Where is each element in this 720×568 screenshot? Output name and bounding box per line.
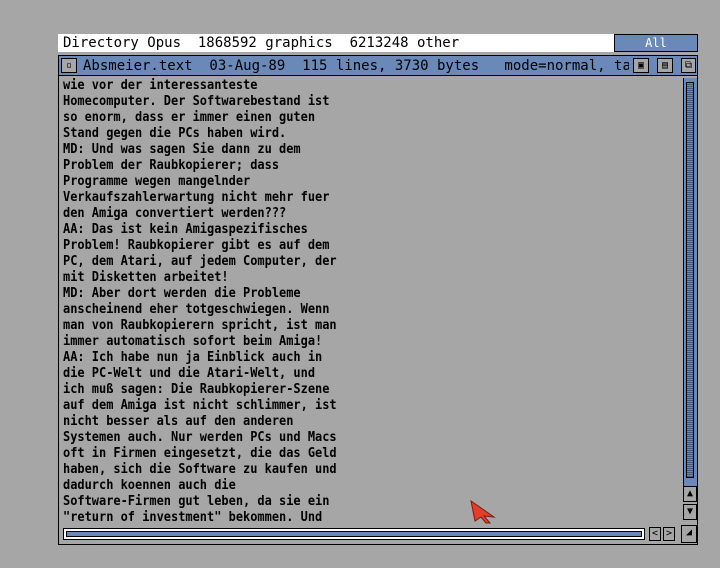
vertical-scroll-knob[interactable] xyxy=(686,82,694,478)
text-line: AA: Das ist kein Amigaspezifisches xyxy=(63,222,308,237)
scroll-down-arrow-icon[interactable]: ▼ xyxy=(683,504,697,520)
resize-gadget-icon[interactable]: ◢ xyxy=(681,525,697,543)
text-line: nicht besser als auf den anderen xyxy=(63,414,294,429)
close-gadget-icon[interactable]: ▫ xyxy=(61,58,77,73)
text-line: auf dem Amiga ist nicht schlimmer, ist xyxy=(63,398,337,413)
scroll-left-arrow-icon[interactable]: < xyxy=(649,527,661,541)
window-title: Absmeier.text 03-Aug-89 115 lines, 3730 … xyxy=(83,58,629,74)
window-title-bar[interactable]: ▫ Absmeier.text 03-Aug-89 115 lines, 373… xyxy=(59,56,697,76)
text-line: Software-Firmen gut leben, da sie ein xyxy=(63,494,330,509)
text-line: Problem! Raubkopierer gibt es auf dem xyxy=(63,238,330,253)
scroll-right-arrow-icon[interactable]: > xyxy=(663,527,675,541)
scroll-up-arrow-icon[interactable]: ▲ xyxy=(683,486,697,502)
text-line: dadurch koennen auch die xyxy=(63,478,236,493)
text-line: die PC-Welt und die Atari-Welt, und xyxy=(63,366,316,381)
text-line: Stand gegen die PCs haben wird. xyxy=(63,126,287,141)
text-line: MD: Aber dort werden die Probleme xyxy=(63,286,301,301)
text-viewer-window: ▫ Absmeier.text 03-Aug-89 115 lines, 373… xyxy=(58,55,698,545)
text-line: anscheinend eher totgeschwiegen. Wenn xyxy=(63,302,330,317)
text-line: wie vor der interessanteste xyxy=(63,78,258,93)
text-line: immer automatisch sofort beim Amiga! xyxy=(63,334,323,349)
text-line: oft in Firmen eingesetzt, die das Geld xyxy=(63,446,337,461)
text-line: Systemen auch. Nur werden PCs und Macs xyxy=(63,430,337,445)
text-line: AA: Ich habe nun ja Einblick auch in xyxy=(63,350,323,365)
horizontal-scrollbar[interactable] xyxy=(63,528,645,540)
text-line: haben, sich die Software zu kaufen und xyxy=(63,462,337,477)
mouse-pointer-icon xyxy=(470,500,496,524)
horizontal-scroll-knob[interactable] xyxy=(66,531,642,537)
text-line: mit Disketten arbeitet! xyxy=(63,270,229,285)
iconify-gadget-icon[interactable]: ▤ xyxy=(657,58,673,73)
text-line: Homecomputer. Der Softwarebestand ist xyxy=(63,94,330,109)
vertical-scrollbar[interactable] xyxy=(683,78,697,486)
text-line: Verkaufszahlerwartung nicht mehr fuer xyxy=(63,190,330,205)
text-line: Problem der Raubkopierer; dass xyxy=(63,158,280,173)
text-line: so enorm, dass er immer einen guten xyxy=(63,110,316,125)
text-line: PC, dem Atari, auf jedem Computer, der xyxy=(63,254,337,269)
screen-depth-gadget[interactable]: All xyxy=(614,34,698,52)
text-line: MD: Und was sagen Sie dann zu dem xyxy=(63,142,301,157)
depth-gadget-icon[interactable]: ⧉ xyxy=(681,58,696,73)
zoom-gadget-icon[interactable]: ▣ xyxy=(633,58,649,73)
text-line: ich muß sagen: Die Raubkopierer-Szene xyxy=(63,382,330,397)
text-content[interactable]: wie vor der interessanteste Homecomputer.… xyxy=(63,78,679,526)
text-line: "return of investment" bekommen. Und xyxy=(63,510,323,525)
screen-title-bar: Directory Opus 1868592 graphics 6213248 … xyxy=(58,34,614,52)
text-line: man von Raubkopierern spricht, ist man xyxy=(63,318,337,333)
text-line: den Amiga convertiert werden??? xyxy=(63,206,287,221)
text-line: Programme wegen mangelnder xyxy=(63,174,251,189)
